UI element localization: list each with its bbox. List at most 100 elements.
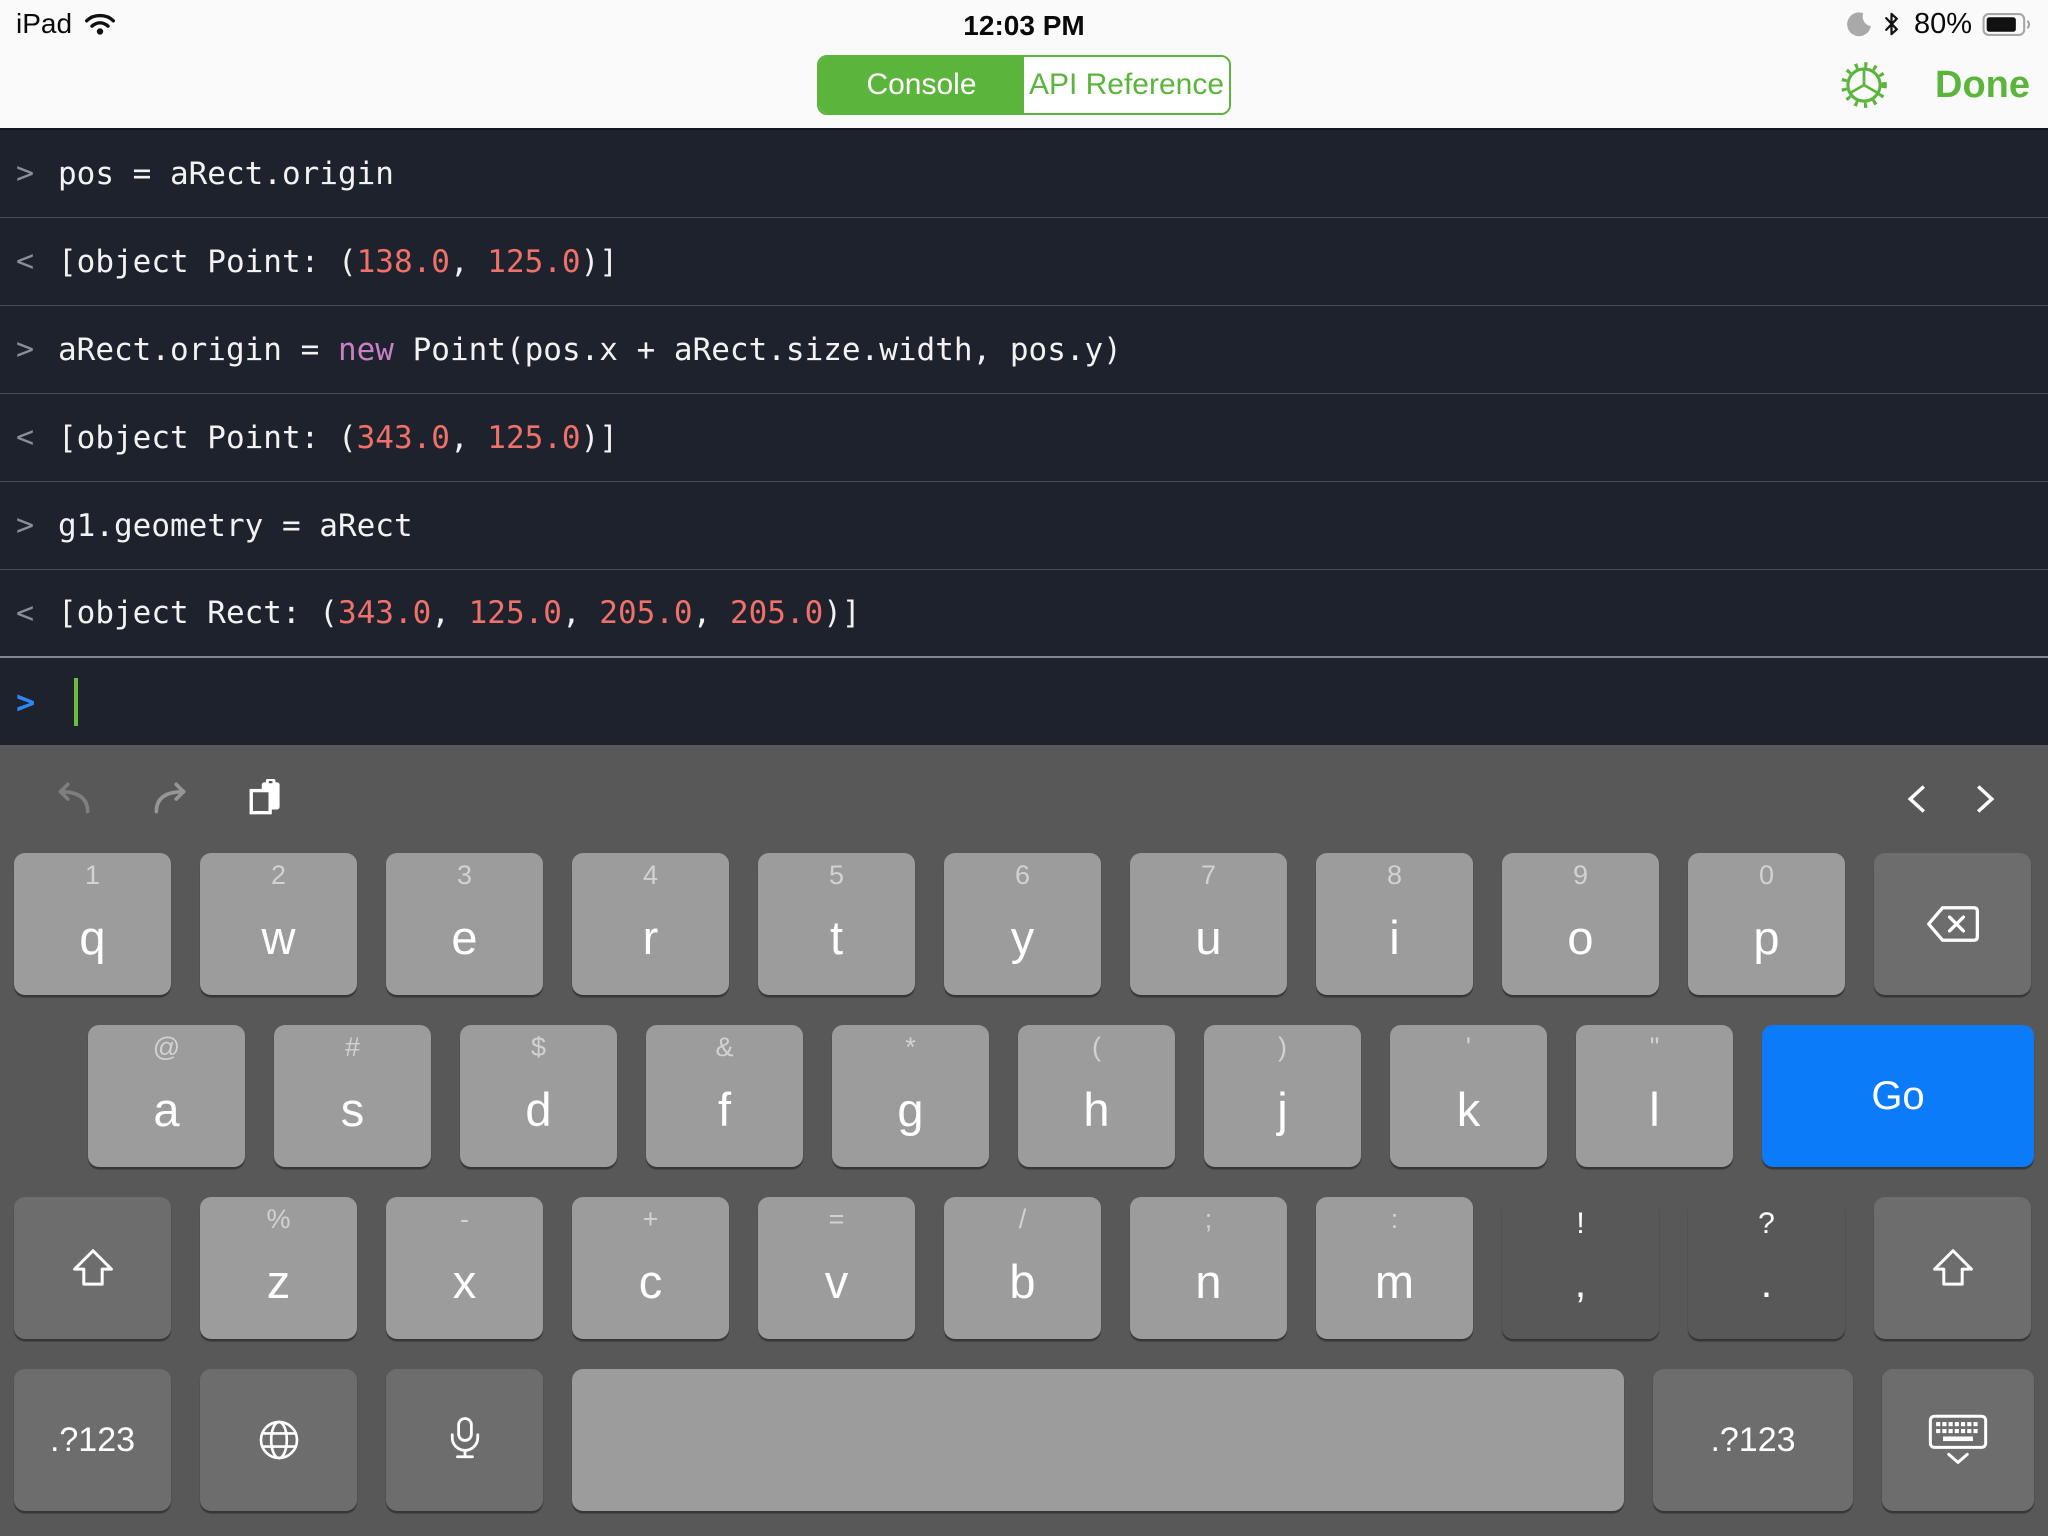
key-hint-label: $: [460, 1034, 617, 1061]
key-q[interactable]: 1q: [14, 853, 171, 995]
cursor-left-button[interactable]: [1904, 778, 1929, 820]
key-main-label: u: [1195, 914, 1221, 961]
key-hint-label: :: [1316, 1206, 1473, 1233]
key-main-label: e: [451, 914, 477, 961]
key-hint-label: 9: [1502, 862, 1659, 889]
key-p[interactable]: 0p: [1688, 853, 1845, 995]
key-z[interactable]: %z: [200, 1197, 357, 1339]
key-hint-label: %: [200, 1206, 357, 1233]
key-exclamation-comma[interactable]: !,: [1502, 1197, 1659, 1339]
key-globe[interactable]: [200, 1369, 357, 1511]
mic-icon: [444, 1415, 486, 1466]
key-main-label: b: [1009, 1258, 1035, 1305]
key-main-label: x: [453, 1258, 477, 1305]
key-y[interactable]: 6y: [944, 853, 1101, 995]
key-dismiss[interactable]: [1882, 1369, 2034, 1511]
key-go[interactable]: Go: [1762, 1025, 2034, 1167]
keyboard-row-1: 1q2w3e4r5t6y7u8i9o0p: [14, 853, 2034, 995]
undo-button[interactable]: [50, 780, 96, 818]
key-main-label: o: [1567, 914, 1593, 961]
keyboard-row-3: %z-x+c=v/b;n:m!,?.: [14, 1197, 2034, 1339]
key-main-label: y: [1011, 914, 1035, 961]
key-numbers-right[interactable]: .?123: [1653, 1369, 1853, 1511]
key-h[interactable]: (h: [1018, 1025, 1175, 1167]
console-line-text: aRect.origin = new Point(pos.x + aRect.s…: [58, 332, 1122, 368]
key-space[interactable]: [572, 1369, 1624, 1511]
paste-icon: [246, 778, 288, 820]
key-hint-label: (: [1018, 1034, 1175, 1061]
key-j[interactable]: )j: [1204, 1025, 1361, 1167]
key-b[interactable]: /b: [944, 1197, 1101, 1339]
key-main-label: g: [897, 1086, 923, 1133]
status-bar: iPad 12:03 PM 80%: [0, 0, 2048, 42]
key-bottom-label: .: [1761, 1262, 1773, 1304]
shift-icon: [70, 1247, 116, 1289]
key-n[interactable]: ;n: [1130, 1197, 1287, 1339]
battery-percent: 80%: [1914, 8, 1972, 41]
key-i[interactable]: 8i: [1316, 853, 1473, 995]
keyboard-dismiss-icon: [1928, 1414, 1988, 1467]
key-main-label: m: [1375, 1258, 1414, 1305]
key-hint-label: ': [1390, 1034, 1547, 1061]
tab-console[interactable]: Console: [819, 57, 1024, 113]
key-main-label: f: [718, 1086, 731, 1133]
key-f[interactable]: &f: [646, 1025, 803, 1167]
key-v[interactable]: =v: [758, 1197, 915, 1339]
key-u[interactable]: 7u: [1130, 853, 1287, 995]
key-top-label: ?: [1688, 1209, 1845, 1239]
tab-api-reference[interactable]: API Reference: [1024, 57, 1229, 113]
key-mic[interactable]: [386, 1369, 543, 1511]
key-m[interactable]: :m: [1316, 1197, 1473, 1339]
key-s[interactable]: #s: [274, 1025, 431, 1167]
key-top-label: !: [1502, 1209, 1659, 1239]
key-w[interactable]: 2w: [200, 853, 357, 995]
key-e[interactable]: 3e: [386, 853, 543, 995]
key-t[interactable]: 5t: [758, 853, 915, 995]
console-input-row: >g1.geometry = aRect: [0, 482, 2048, 570]
key-shift-right[interactable]: [1874, 1197, 2031, 1339]
gear-icon[interactable]: [1837, 58, 1891, 112]
key-a[interactable]: @a: [88, 1025, 245, 1167]
key-l[interactable]: "l: [1576, 1025, 1733, 1167]
key-main-label: n: [1195, 1258, 1221, 1305]
key-main-label: q: [79, 914, 105, 961]
output-chevron-icon: <: [16, 420, 58, 455]
key-k[interactable]: 'k: [1390, 1025, 1547, 1167]
backspace-icon: [1924, 903, 1982, 945]
console-output-row: <[object Point: (343.0, 125.0)]: [0, 394, 2048, 482]
key-d[interactable]: $d: [460, 1025, 617, 1167]
key-numbers-left[interactable]: .?123: [14, 1369, 171, 1511]
key-o[interactable]: 9o: [1502, 853, 1659, 995]
key-question-period[interactable]: ?.: [1688, 1197, 1845, 1339]
key-c[interactable]: +c: [572, 1197, 729, 1339]
key-hint-label: 7: [1130, 862, 1287, 889]
console-input-row: >aRect.origin = new Point(pos.x + aRect.…: [0, 306, 2048, 394]
console-output: >pos = aRect.origin<[object Point: (138.…: [0, 128, 2048, 745]
moon-icon: [1847, 11, 1873, 37]
cursor-left-icon: [1904, 778, 1929, 820]
output-chevron-icon: <: [16, 596, 58, 631]
key-backspace[interactable]: [1874, 853, 2031, 995]
console-prompt-row[interactable]: >: [0, 658, 2048, 746]
key-x[interactable]: -x: [386, 1197, 543, 1339]
paste-button[interactable]: [246, 778, 288, 820]
bluetooth-icon: [1883, 10, 1900, 38]
cursor-right-button[interactable]: [1973, 778, 1998, 820]
text-cursor: [74, 678, 78, 726]
key-label: .?123: [1710, 1421, 1795, 1460]
done-button[interactable]: Done: [1935, 64, 2030, 107]
key-hint-label: ": [1576, 1034, 1733, 1061]
clock: 12:03 PM: [0, 10, 2048, 42]
prompt-chevron-icon: >: [16, 332, 58, 367]
key-hint-label: &: [646, 1034, 803, 1061]
redo-button[interactable]: [148, 780, 194, 818]
keyboard-row-2: @a#s$d&f*g(h)j'k"lGo: [14, 1025, 2034, 1167]
key-main-label: i: [1389, 914, 1399, 961]
redo-icon: [148, 780, 194, 818]
key-g[interactable]: *g: [832, 1025, 989, 1167]
console-line-text: [object Point: (138.0, 125.0)]: [58, 244, 618, 280]
prompt-chevron-icon: >: [16, 156, 58, 191]
key-main-label: p: [1753, 914, 1779, 961]
key-r[interactable]: 4r: [572, 853, 729, 995]
key-shift-left[interactable]: [14, 1197, 171, 1339]
